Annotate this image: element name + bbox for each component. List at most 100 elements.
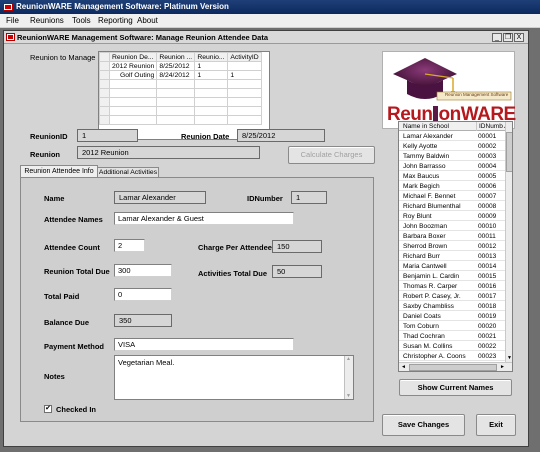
close-button[interactable]: X: [514, 33, 524, 42]
list-item[interactable]: Thomas R. Carper 00016: [399, 282, 505, 292]
col-reunion-date[interactable]: Reunion ...: [156, 52, 196, 62]
list-item[interactable]: Robert P. Casey, Jr. 00017: [399, 292, 505, 302]
scroll-left-icon[interactable]: ◄: [401, 364, 406, 370]
calculate-charges-button[interactable]: Calculate Charges: [288, 146, 375, 164]
menu-file[interactable]: File: [6, 16, 19, 25]
list-item[interactable]: Roy Blunt 00009: [399, 212, 505, 222]
balance-due-label: Balance Due: [44, 318, 90, 327]
table-row-empty[interactable]: [99, 97, 263, 107]
table-row-empty[interactable]: [99, 115, 263, 125]
list-item[interactable]: Susan M. Collins 00022: [399, 342, 505, 352]
names-body: Lamar Alexander 00001 Kelly Ayotte 00002 Tam…: [399, 132, 505, 363]
grid-cell[interactable]: Golf Outing: [108, 70, 158, 80]
grid-cell[interactable]: [227, 61, 263, 71]
list-item[interactable]: John Boozman 00010: [399, 222, 505, 232]
reunionware-logo: Reunion Management Software Reun onWARE: [382, 51, 516, 129]
scroll-down-icon[interactable]: ▼: [507, 355, 512, 361]
col-reunion-id[interactable]: Reunio...: [194, 52, 229, 62]
list-item[interactable]: Kelly Ayotte 00002: [399, 142, 505, 152]
list-item[interactable]: Christopher A. Coons 00023: [399, 352, 505, 362]
notes-textarea[interactable]: Vegetarian Meal. ▲ ▼: [114, 355, 354, 400]
col-name-in-school[interactable]: Name in School: [403, 122, 449, 131]
idnumber-cell: 00014: [478, 263, 497, 270]
name-in-school-cell: Roy Blunt: [403, 213, 432, 220]
save-changes-button[interactable]: Save Changes: [382, 414, 465, 436]
show-current-names-button[interactable]: Show Current Names: [399, 379, 512, 396]
idnumber-cell: 00021: [478, 333, 497, 340]
notes-text: Vegetarian Meal.: [118, 358, 175, 367]
grid-cell[interactable]: 8/24/2012: [156, 70, 196, 80]
payment-method-input[interactable]: VISA: [114, 338, 294, 351]
grid-cell[interactable]: 1: [194, 70, 229, 80]
col-activity-id[interactable]: ActivityID: [227, 52, 263, 62]
list-item[interactable]: Barbara Boxer 00011: [399, 232, 505, 242]
list-item[interactable]: Richard Blumenthal 00008: [399, 202, 505, 212]
menu-tools[interactable]: Tools: [72, 16, 91, 25]
attendee-names-input[interactable]: Lamar Alexander & Guest: [114, 212, 294, 225]
table-row-empty[interactable]: [99, 106, 263, 116]
tab-additional-activities[interactable]: Additional Activities: [97, 167, 159, 177]
reunion-total-due-input[interactable]: 300: [114, 264, 172, 277]
list-item[interactable]: Daniel Coats 00019: [399, 312, 505, 322]
name-field: Lamar Alexander: [114, 191, 206, 204]
checked-in-checkbox[interactable]: ✔: [44, 405, 52, 413]
names-list[interactable]: Name in School IDNumb▲ Lamar Alexander 00…: [398, 121, 513, 372]
list-item[interactable]: Lamar Alexander 00001: [399, 132, 505, 142]
name-in-school-cell: Robert P. Casey, Jr.: [403, 293, 461, 300]
attendee-count-input[interactable]: 2: [114, 239, 145, 252]
idnumber-cell: 00005: [478, 173, 497, 180]
name-in-school-cell: Thad Cochran: [403, 333, 445, 340]
table-row-empty[interactable]: [99, 79, 263, 89]
name-in-school-cell: Richard Burr: [403, 253, 441, 260]
scroll-up-icon[interactable]: ▲: [346, 356, 351, 362]
total-paid-label: Total Paid: [44, 292, 80, 301]
grid-cell[interactable]: 8/25/2012: [156, 61, 196, 71]
col-reunion-desc[interactable]: Reunion De...: [108, 52, 158, 62]
grid-cell[interactable]: 2012 Reunion: [108, 61, 158, 71]
names-hscrollbar[interactable]: ◄ ►: [399, 362, 512, 371]
list-item[interactable]: Benjamin L. Cardin 00015: [399, 272, 505, 282]
names-hscroll-thumb[interactable]: [409, 364, 497, 371]
table-row[interactable]: 2012 Reunion 8/25/2012 1: [99, 61, 263, 71]
idnumber-cell: 00012: [478, 243, 497, 250]
list-item[interactable]: Tom Coburn 00020: [399, 322, 505, 332]
scroll-down-icon[interactable]: ▼: [346, 393, 351, 399]
minimize-button[interactable]: _: [492, 33, 502, 42]
list-item[interactable]: Michael F. Bennet 00007: [399, 192, 505, 202]
reunion-grid[interactable]: Reunion De... Reunion ... Reunio... Acti…: [98, 51, 270, 140]
menu-about[interactable]: About: [137, 16, 158, 25]
list-item[interactable]: Sherrod Brown 00012: [399, 242, 505, 252]
grid-cell[interactable]: 1: [194, 61, 229, 71]
idnumber-cell: 00004: [478, 163, 497, 170]
charge-per-attendee-label: Charge Per Attendee: [198, 243, 272, 252]
grid-cell[interactable]: 1: [227, 70, 263, 80]
scroll-right-icon[interactable]: ►: [500, 364, 505, 370]
idnumber-label: IDNumber: [247, 194, 283, 203]
list-item[interactable]: Tammy Baldwin 00003: [399, 152, 505, 162]
restore-button[interactable]: ❐: [503, 33, 513, 42]
name-in-school-cell: Susan M. Collins: [403, 343, 453, 350]
list-item[interactable]: Saxby Chambliss 00018: [399, 302, 505, 312]
menu-reporting[interactable]: Reporting: [98, 16, 133, 25]
exit-button[interactable]: Exit: [476, 414, 516, 436]
names-vscroll-thumb[interactable]: [506, 132, 512, 172]
names-vscrollbar[interactable]: ▼: [505, 122, 512, 362]
list-item[interactable]: Maria Cantwell 00014: [399, 262, 505, 272]
reunion-total-due-label: Reunion Total Due: [44, 267, 110, 276]
list-item[interactable]: Mark Begich 00006: [399, 182, 505, 192]
list-item[interactable]: Richard Burr 00013: [399, 252, 505, 262]
name-in-school-cell: Mark Begich: [403, 183, 440, 190]
notes-scrollbar[interactable]: ▲ ▼: [344, 356, 353, 399]
list-item[interactable]: John Barrasso 00004: [399, 162, 505, 172]
table-row[interactable]: Golf Outing 8/24/2012 1 1: [99, 70, 263, 80]
total-paid-input[interactable]: 0: [114, 288, 172, 301]
idnumber-cell: 00020: [478, 323, 497, 330]
menu-reunions[interactable]: Reunions: [30, 16, 64, 25]
list-item[interactable]: Thad Cochran 00021: [399, 332, 505, 342]
table-row-empty[interactable]: [99, 88, 263, 98]
tab-reunion-attendee-info[interactable]: Reunion Attendee Info: [20, 165, 98, 177]
name-in-school-cell: John Boozman: [403, 223, 447, 230]
list-item[interactable]: Max Baucus 00005: [399, 172, 505, 182]
idnumber-field: 1: [291, 191, 327, 204]
idnumber-cell: 00001: [478, 133, 497, 140]
